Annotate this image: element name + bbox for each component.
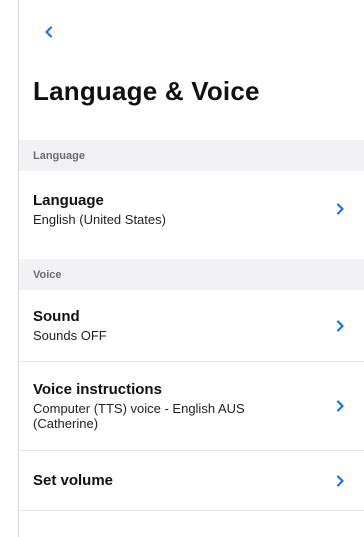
- back-button[interactable]: [37, 20, 61, 44]
- section-header-language: Language: [19, 140, 364, 171]
- language-row-label: Language: [33, 191, 104, 209]
- section-header-voice: Voice: [19, 259, 364, 290]
- chevron-right-icon: [335, 319, 345, 332]
- sound-row[interactable]: Sound Sounds OFF: [19, 290, 364, 362]
- settings-screen: Language & Voice Language Language Engli…: [18, 0, 364, 537]
- sound-row-value: Sounds OFF: [33, 328, 107, 343]
- chevron-left-icon: [43, 26, 55, 38]
- voice-instructions-row[interactable]: Voice instructions Computer (TTS) voice …: [19, 362, 364, 451]
- language-row[interactable]: Language English (United States): [19, 171, 364, 247]
- chevron-right-icon: [335, 203, 345, 215]
- sound-row-label: Sound: [33, 308, 80, 325]
- set-volume-row[interactable]: Set volume: [19, 451, 364, 511]
- voice-instructions-row-value: Computer (TTS) voice - English AUS (Cath…: [33, 401, 245, 431]
- page-title: Language & Voice: [33, 76, 260, 106]
- voice-instructions-row-label: Voice instructions: [33, 381, 162, 398]
- chevron-right-icon: [335, 400, 345, 412]
- chevron-right-icon: [335, 474, 345, 487]
- language-row-value: English (United States): [33, 211, 166, 227]
- set-volume-row-label: Set volume: [33, 472, 114, 489]
